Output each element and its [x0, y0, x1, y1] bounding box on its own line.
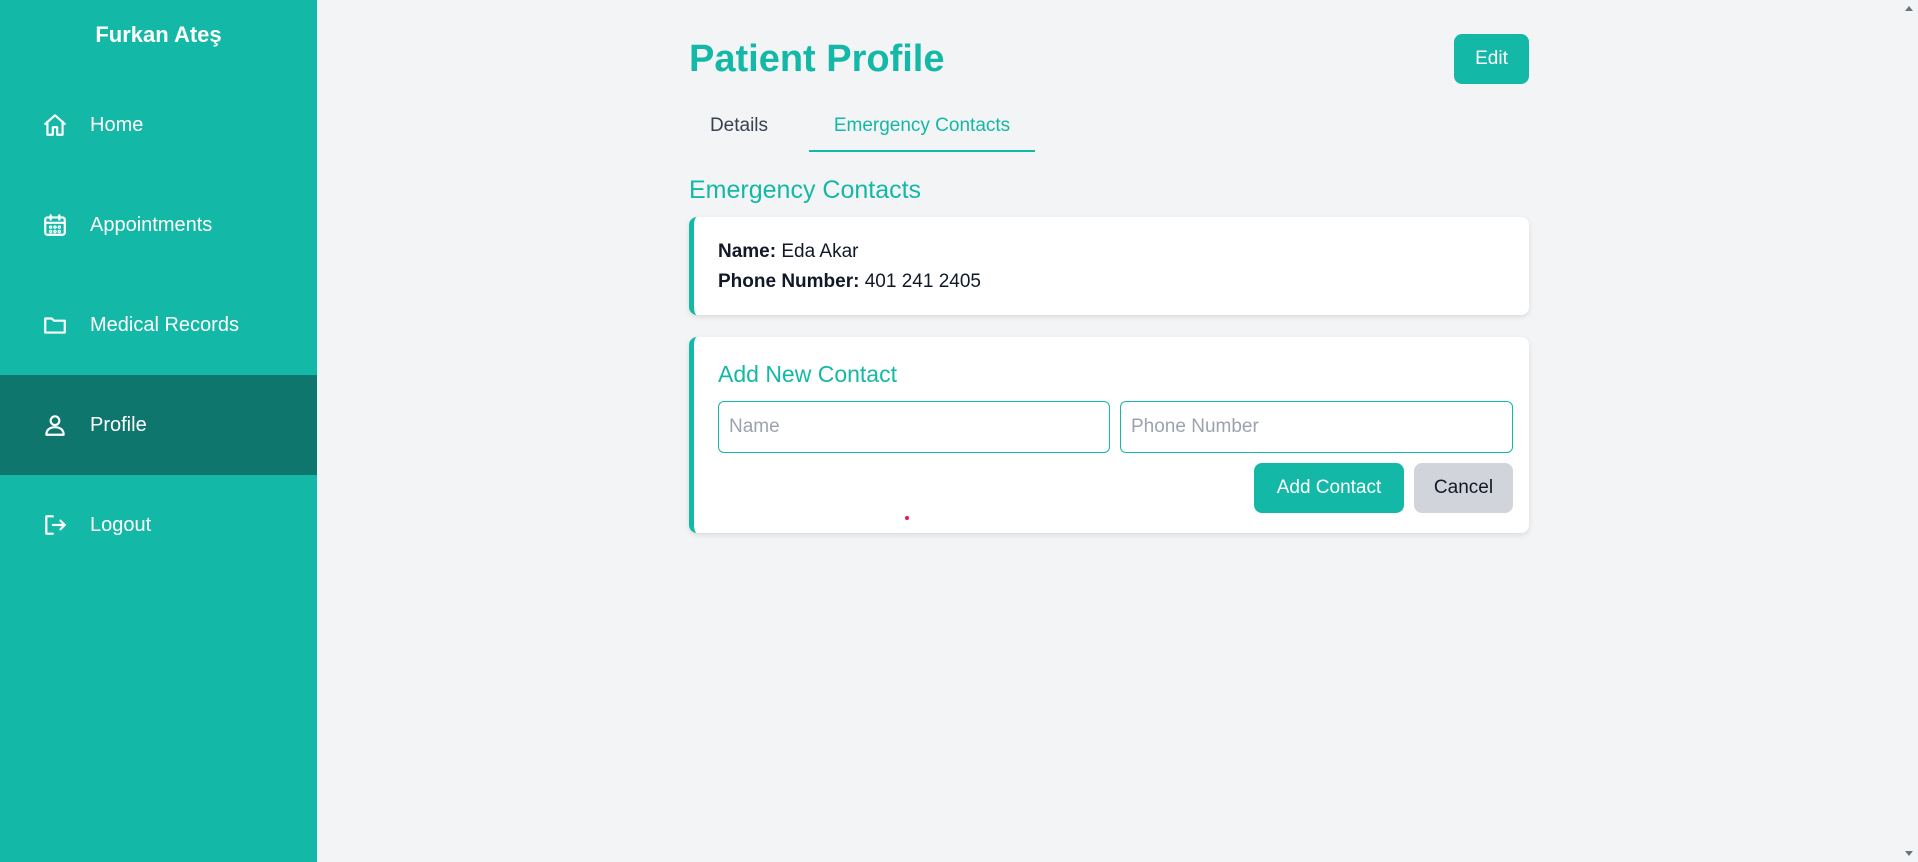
sidebar-item-label: Profile: [90, 413, 147, 436]
tab-emergency-contacts[interactable]: Emergency Contacts: [809, 108, 1035, 152]
add-contact-card: Add New Contact Add Contact Cancel: [689, 337, 1529, 533]
contact-phone: Phone Number: 401 241 2405: [718, 271, 981, 293]
page-title: Patient Profile: [689, 38, 945, 80]
contact-phone-label: Phone Number:: [718, 271, 860, 292]
contact-name: Name: Eda Akar: [718, 241, 858, 263]
calendar-icon: [42, 212, 68, 238]
add-contact-button[interactable]: Add Contact: [1254, 463, 1404, 513]
add-contact-title: Add New Contact: [718, 361, 897, 387]
cursor-dot: [905, 516, 909, 520]
home-icon: [42, 112, 68, 138]
scrollbar[interactable]: [1900, 0, 1918, 862]
sidebar-item-label: Medical Records: [90, 313, 239, 336]
sidebar-item-label: Home: [90, 113, 144, 136]
sidebar-item-profile[interactable]: Profile: [0, 375, 317, 475]
contact-name-value: Eda Akar: [781, 241, 859, 262]
folder-icon: [42, 312, 68, 338]
sidebar-item-label: Appointments: [90, 213, 213, 236]
user-icon: [42, 412, 68, 438]
phone-number-input[interactable]: [1120, 401, 1513, 453]
edit-button[interactable]: Edit: [1454, 34, 1529, 84]
sidebar: Furkan Ateş Home Appointments Medical Re…: [0, 0, 317, 862]
contact-phone-value: 401 241 2405: [864, 271, 981, 292]
user-name: Furkan Ateş: [95, 22, 222, 47]
sidebar-item-appointments[interactable]: Appointments: [0, 175, 317, 275]
scroll-up-icon[interactable]: [1905, 6, 1913, 11]
logout-icon: [42, 512, 68, 538]
contact-name-label: Name:: [718, 241, 777, 262]
section-title: Emergency Contacts: [689, 176, 922, 204]
sidebar-item-home[interactable]: Home: [0, 75, 317, 175]
scroll-down-icon[interactable]: [1905, 851, 1913, 856]
tab-details[interactable]: Details: [689, 108, 789, 152]
name-input[interactable]: [718, 401, 1110, 453]
contact-card: Name: Eda Akar Phone Number: 401 241 240…: [689, 217, 1529, 315]
sidebar-item-medical-records[interactable]: Medical Records: [0, 275, 317, 375]
cancel-button[interactable]: Cancel: [1414, 463, 1513, 513]
sidebar-item-label: Logout: [90, 513, 152, 536]
tab-bar: Details Emergency Contacts: [689, 108, 1089, 152]
sidebar-item-logout[interactable]: Logout: [0, 475, 317, 575]
